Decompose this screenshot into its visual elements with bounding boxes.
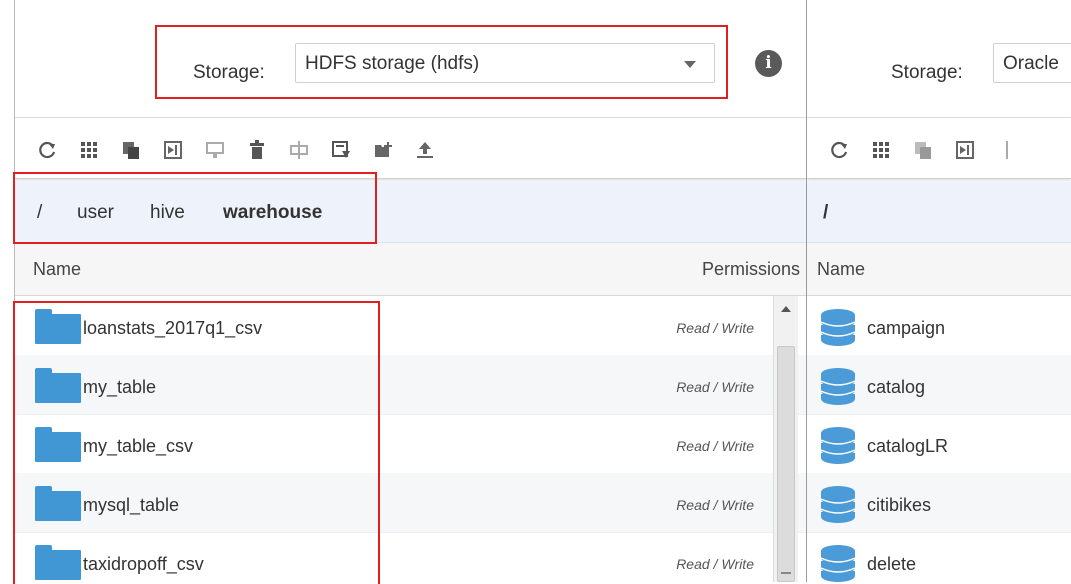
copy-icon[interactable] bbox=[121, 140, 141, 160]
column-header: Name Permissions bbox=[15, 243, 806, 296]
breadcrumb-root[interactable]: / bbox=[823, 202, 828, 224]
grid-icon[interactable] bbox=[871, 140, 891, 160]
table-row[interactable]: my_table_csv Read / Write bbox=[15, 414, 806, 474]
storage-label: Storage: bbox=[891, 62, 963, 83]
rename-icon[interactable] bbox=[205, 140, 225, 160]
row-name: my_table bbox=[83, 377, 157, 397]
move-icon[interactable] bbox=[955, 140, 975, 160]
delete-icon[interactable] bbox=[247, 140, 267, 160]
edit-icon[interactable] bbox=[331, 140, 351, 160]
breadcrumb-hive[interactable]: hive bbox=[150, 202, 185, 224]
row-name: delete bbox=[867, 554, 917, 574]
folder-icon bbox=[35, 486, 81, 521]
row-name: mysql_table bbox=[83, 495, 180, 515]
row-permission: Read / Write bbox=[676, 556, 754, 572]
new-folder-icon[interactable] bbox=[373, 140, 393, 160]
right-file-panel: Storage: Oracle / Name campaign catalog … bbox=[807, 0, 1071, 582]
refresh-icon[interactable] bbox=[829, 140, 849, 160]
column-name-header[interactable]: Name bbox=[33, 259, 81, 280]
row-name: catalogLR bbox=[867, 436, 949, 456]
storage-bar: Storage: Oracle bbox=[807, 14, 1071, 118]
database-icon bbox=[820, 545, 856, 582]
row-name: my_table_csv bbox=[83, 436, 194, 456]
table-row[interactable]: campaign bbox=[807, 296, 1071, 356]
table-row[interactable]: catalog bbox=[807, 355, 1071, 415]
table-row[interactable]: delete bbox=[807, 532, 1071, 582]
breadcrumb: / bbox=[807, 182, 1071, 243]
upload-icon[interactable] bbox=[415, 140, 435, 160]
breadcrumb-root[interactable]: / bbox=[37, 202, 42, 224]
storage-bar: Storage: HDFS storage (hdfs) i bbox=[15, 14, 806, 118]
table-row[interactable]: citibikes bbox=[807, 473, 1071, 533]
grid-icon[interactable] bbox=[79, 140, 99, 160]
table-row[interactable]: mysql_table Read / Write bbox=[15, 473, 806, 533]
breadcrumb: / user hive warehouse bbox=[15, 182, 806, 243]
database-icon bbox=[820, 309, 856, 346]
row-permission: Read / Write bbox=[676, 497, 754, 513]
row-name: campaign bbox=[867, 318, 946, 338]
left-file-panel: Storage: HDFS storage (hdfs) i / user hi… bbox=[14, 0, 807, 582]
row-permission: Read / Write bbox=[676, 438, 754, 454]
move-icon[interactable] bbox=[163, 140, 183, 160]
row-name: citibikes bbox=[867, 495, 932, 515]
row-name: taxidropoff_csv bbox=[83, 554, 204, 574]
scrollbar-thumb[interactable] bbox=[777, 346, 795, 582]
database-icon bbox=[820, 427, 856, 464]
split-icon[interactable] bbox=[289, 140, 309, 160]
database-icon bbox=[820, 486, 856, 523]
database-icon bbox=[820, 368, 856, 405]
refresh-icon[interactable] bbox=[37, 140, 57, 160]
split-icon[interactable] bbox=[997, 140, 1017, 160]
row-permission: Read / Write bbox=[676, 320, 754, 336]
folder-icon bbox=[35, 368, 81, 403]
table-row[interactable]: loanstats_2017q1_csv Read / Write bbox=[15, 296, 806, 356]
chevron-down-icon bbox=[684, 61, 696, 68]
breadcrumb-warehouse[interactable]: warehouse bbox=[223, 202, 322, 224]
info-icon[interactable]: i bbox=[755, 50, 782, 77]
table-row[interactable]: taxidropoff_csv Read / Write bbox=[15, 532, 806, 582]
toolbar bbox=[15, 118, 806, 179]
storage-select[interactable]: HDFS storage (hdfs) bbox=[295, 43, 715, 83]
storage-select[interactable]: Oracle bbox=[993, 43, 1071, 83]
folder-icon bbox=[35, 427, 81, 462]
row-name: loanstats_2017q1_csv bbox=[83, 318, 263, 338]
scroll-grip-icon bbox=[781, 572, 791, 574]
column-permissions-header[interactable]: Permissions bbox=[702, 259, 800, 280]
column-header: Name bbox=[807, 243, 1071, 296]
table-row[interactable]: catalogLR bbox=[807, 414, 1071, 474]
toolbar bbox=[807, 118, 1071, 179]
storage-label: Storage: bbox=[193, 62, 265, 83]
row-permission: Read / Write bbox=[676, 379, 754, 395]
scroll-up-icon[interactable] bbox=[774, 296, 798, 324]
folder-icon bbox=[35, 309, 81, 344]
column-name-header[interactable]: Name bbox=[817, 259, 865, 280]
storage-select-value: Oracle bbox=[1003, 53, 1059, 74]
copy-icon[interactable] bbox=[913, 140, 933, 160]
folder-icon bbox=[35, 545, 81, 580]
table-row[interactable]: my_table Read / Write bbox=[15, 355, 806, 415]
breadcrumb-user[interactable]: user bbox=[77, 202, 114, 224]
storage-select-value: HDFS storage (hdfs) bbox=[305, 53, 480, 74]
row-name: catalog bbox=[867, 377, 926, 397]
